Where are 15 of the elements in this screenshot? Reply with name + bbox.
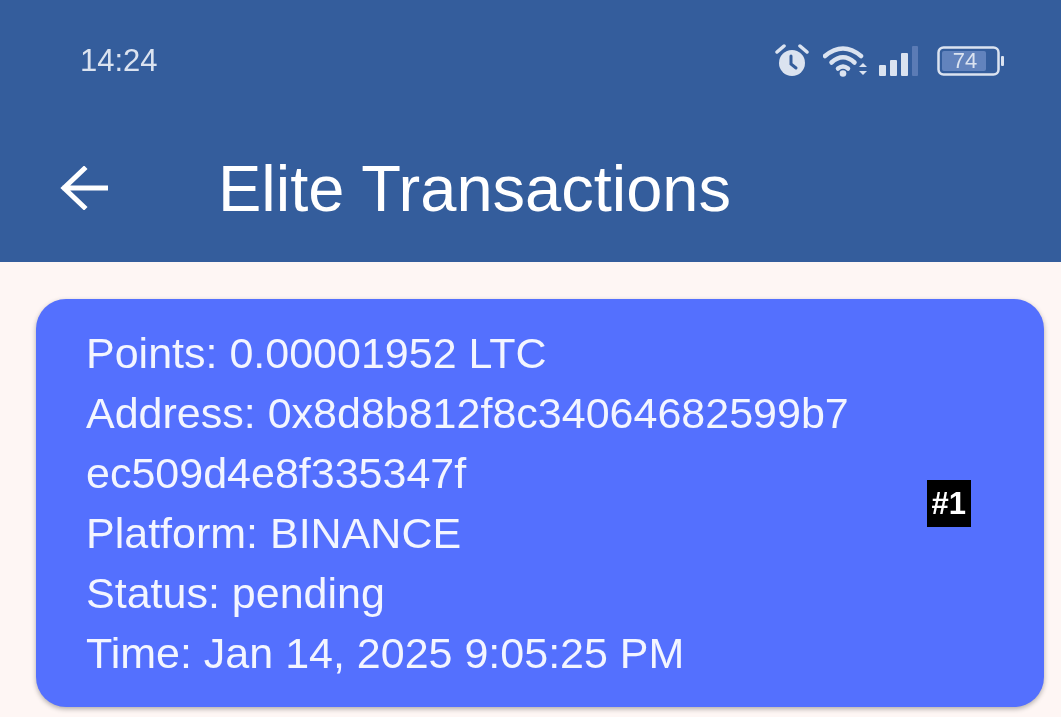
points-text: Points: 0.00001952 LTC [86, 328, 548, 379]
signal-icon [877, 45, 919, 77]
transaction-number: #1 [926, 479, 971, 527]
back-arrow-icon [60, 166, 108, 210]
battery-percent: 74 [951, 51, 979, 71]
wifi-icon [823, 45, 869, 77]
platform-text: Platform: BINANCE [86, 508, 463, 559]
status-time: 14:24 [80, 42, 158, 79]
address-text: Address: 0x8d8b812f8c34064682599b7ec509d4e8f335347f [86, 388, 850, 499]
back-button[interactable] [60, 166, 108, 210]
battery-icon [937, 46, 1005, 76]
screen-title: Elite Transactions [218, 150, 732, 226]
status-text: Status: pending [86, 568, 386, 619]
time-text: Time: Jan 14, 2025 9:05:25 PM [86, 628, 686, 679]
alarm-clock-icon [775, 44, 809, 78]
